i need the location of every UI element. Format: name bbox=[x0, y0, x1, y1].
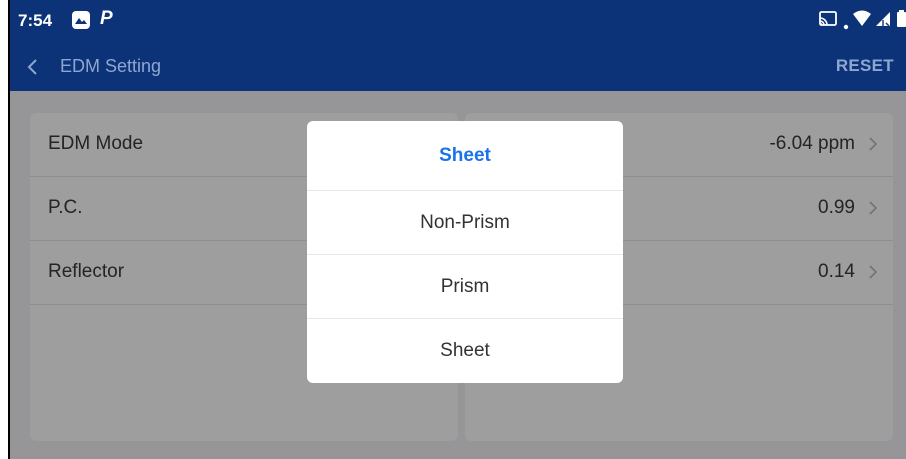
dot-icon bbox=[843, 17, 849, 35]
status-right-icons bbox=[816, 10, 906, 32]
parking-p-icon: P bbox=[100, 8, 113, 29]
page-title: EDM Setting bbox=[60, 56, 162, 76]
back-chevron-icon[interactable] bbox=[26, 58, 38, 81]
gallery-icon bbox=[72, 11, 90, 29]
wifi-icon bbox=[852, 10, 872, 33]
reflector-select-dialog: Sheet Non-Prism Prism Sheet bbox=[307, 121, 623, 383]
cast-icon bbox=[818, 10, 838, 33]
option-sheet[interactable]: Sheet bbox=[307, 319, 623, 383]
status-time: 7:54 bbox=[18, 11, 53, 30]
dialog-title: Sheet bbox=[307, 121, 623, 191]
window-left-edge bbox=[0, 0, 10, 459]
signal-icon bbox=[874, 10, 892, 33]
reset-button[interactable]: RESET bbox=[836, 56, 894, 76]
battery-icon bbox=[896, 10, 906, 33]
device-screen: 7:54 P EDM Setting RESET EDM Mode P.C. R… bbox=[10, 0, 906, 459]
status-bar: 7:54 P bbox=[10, 0, 906, 42]
option-non-prism[interactable]: Non-Prism bbox=[307, 191, 623, 255]
option-prism[interactable]: Prism bbox=[307, 255, 623, 319]
app-bar: EDM Setting RESET bbox=[10, 42, 906, 91]
